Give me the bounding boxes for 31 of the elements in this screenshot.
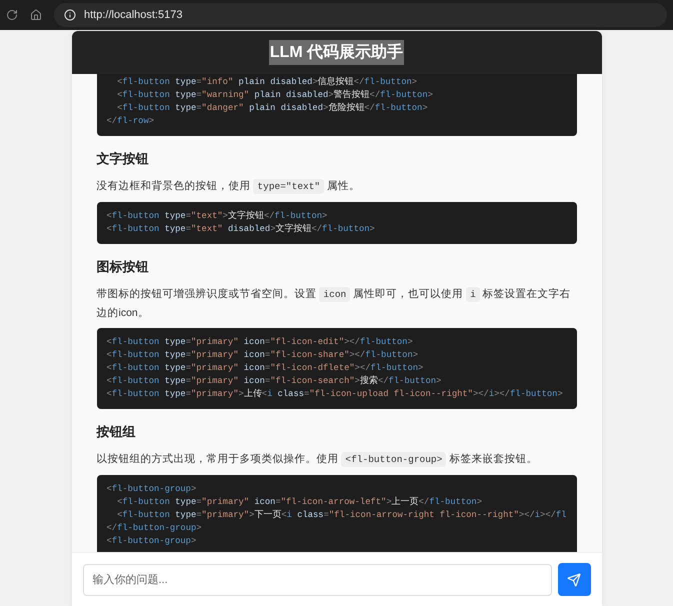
code-line: <fl-button type="primary" icon="fl-icon-arrow-left">上一页</fl-button>	[116, 496, 483, 509]
section-heading: 图标按钮	[96, 258, 150, 276]
code-line: <fl-button type="warning" plain disabled>警告按钮</fl-button>	[116, 89, 434, 102]
question-input[interactable]: 输入你的问题...	[82, 564, 552, 596]
reload-icon[interactable]	[6, 9, 18, 21]
home-icon[interactable]	[30, 9, 42, 21]
address-bar[interactable]: http://localhost:5173	[54, 3, 667, 27]
code-line: <fl-button-group>	[106, 483, 198, 496]
code-line: <fl-button type="text">文字按钮</fl-button>	[106, 210, 328, 223]
code-line: <fl-button type="primary">上传<i class="fl-icon-upload fl-icon--right"></i></fl-button>	[106, 388, 564, 401]
description-text: 以按钮组的方式出现，常用于多项类似操作。使用 <fl-button-group> 标签来嵌套按钮。	[96, 451, 538, 469]
info-icon[interactable]	[64, 9, 76, 21]
code-line: <fl-button type="primary" icon="fl-icon-dflete"></fl-button>	[106, 362, 424, 375]
code-line: <fl-button type="danger" plain disabled>危险按钮</fl-button>	[116, 102, 429, 115]
code-line: <fl-button type="primary" icon="fl-icon-share"></fl-button>	[106, 349, 420, 362]
description-text: 没有边框和背景色的按钮，使用 type="text" 属性。	[96, 178, 362, 196]
code-line: <fl-button type="primary" icon="fl-icon-edit"></fl-button>	[106, 336, 414, 349]
send-button[interactable]	[558, 563, 590, 596]
description-text: 带图标的按钮可增强辨识度或节省空间。设置 icon 属性即可，也可以使用 i 标签设置在文字右边的icon。	[96, 286, 572, 321]
app-title: LLM 代码展示助手	[268, 40, 404, 65]
code-line: <fl-button type="info" plain disabled>信息按钮</fl-button>	[116, 76, 418, 89]
code-line: <fl-button-group>	[106, 535, 198, 548]
code-line: </fl-button-group>	[106, 522, 203, 535]
code-line: <fl-button type="text" disabled>文字按钮</fl-button>	[106, 223, 376, 236]
send-icon	[567, 572, 581, 586]
url-text: http://localhost:5173	[84, 9, 182, 21]
code-line: <fl-button type="primary" icon="fl-icon-search">搜索</fl-button>	[106, 375, 442, 388]
section-heading: 按钮组	[96, 423, 136, 441]
code-line: <fl-button type="primary">下一页<i class="fl-icon-arrow-right fl-icon--right"></i></fl	[116, 509, 568, 522]
section-heading: 文字按钮	[96, 150, 150, 168]
code-line: </fl-row>	[106, 115, 156, 128]
